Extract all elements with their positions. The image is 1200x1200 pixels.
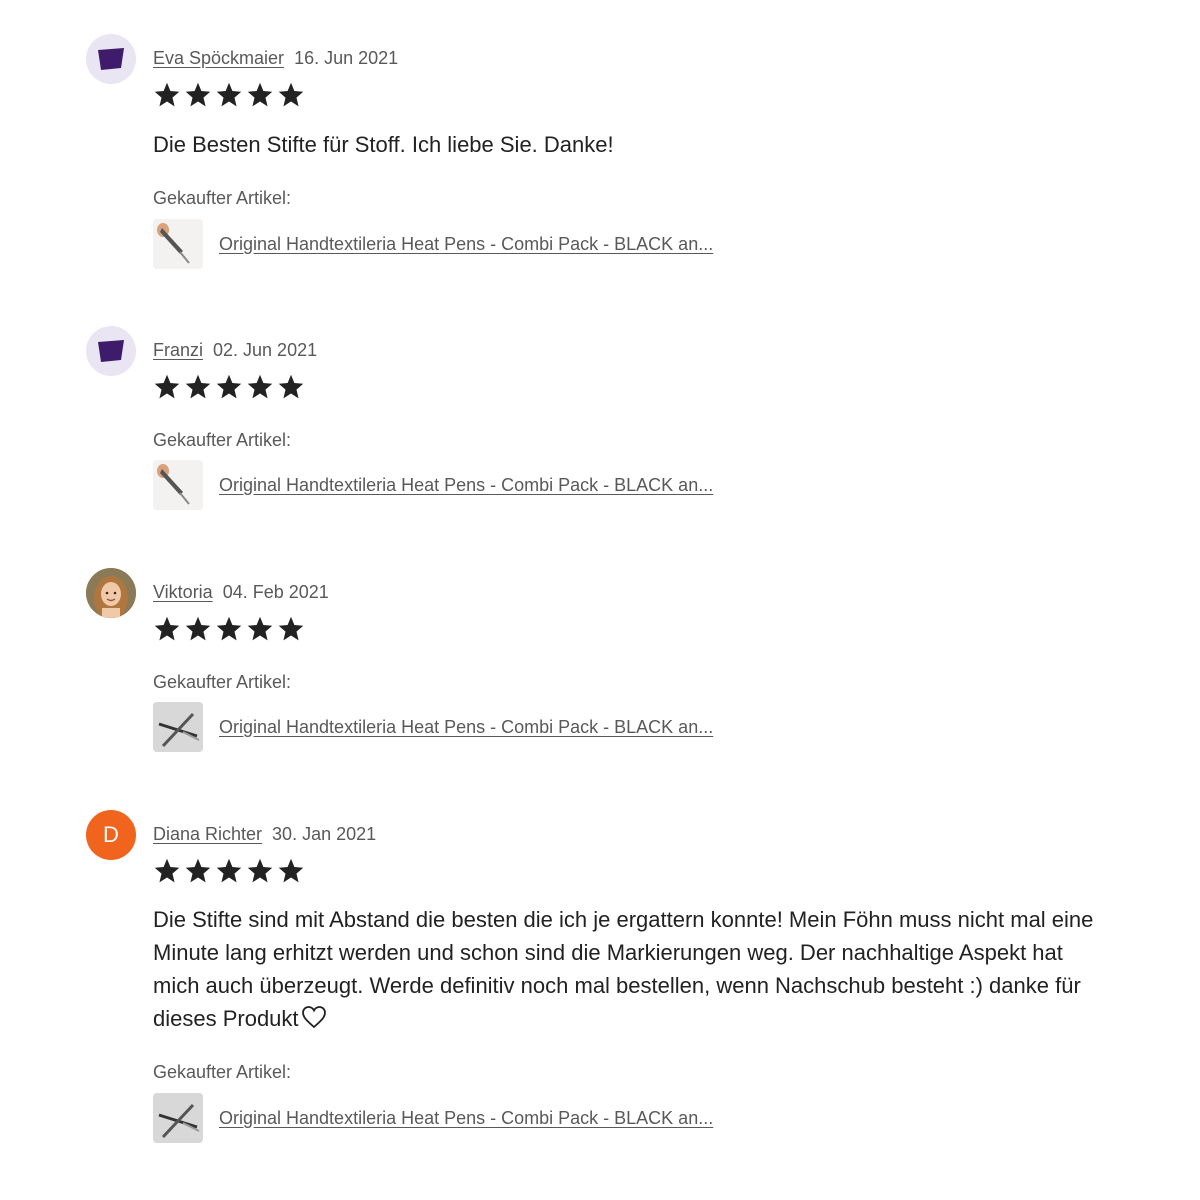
item-link[interactable]: Original Handtextileria Heat Pens - Comb… <box>219 475 713 496</box>
purchased-item[interactable]: Original Handtextileria Heat Pens - Comb… <box>153 219 713 269</box>
avatar[interactable]: D <box>86 810 136 860</box>
crossed-pens-photo-icon <box>153 1093 203 1143</box>
review-meta: Diana Richter 30. Jan 2021 <box>153 824 376 845</box>
star-icon <box>216 82 242 107</box>
reviewer-name[interactable]: Franzi <box>153 340 203 360</box>
star-icon <box>154 616 180 641</box>
star-icon <box>216 374 242 399</box>
star-icon <box>278 82 304 107</box>
item-link[interactable]: Original Handtextileria Heat Pens - Comb… <box>219 1108 713 1129</box>
review-card: D Diana Richter 30. Jan 2021 Die Stifte s… <box>86 810 1116 1150</box>
crossed-pens-photo-icon <box>153 702 203 752</box>
purple-cup-avatar-icon <box>98 340 124 362</box>
star-icon <box>278 616 304 641</box>
star-rating <box>153 857 305 885</box>
star-icon <box>185 374 211 399</box>
star-icon <box>247 616 273 641</box>
star-icon <box>216 858 242 883</box>
star-icon <box>154 82 180 107</box>
review-text-body: Die Stifte sind mit Abstand die besten d… <box>153 907 1094 1031</box>
star-rating <box>153 615 305 643</box>
star-icon <box>278 374 304 399</box>
item-thumbnail[interactable] <box>153 702 203 752</box>
purchased-item-label: Gekaufter Artikel: <box>153 430 292 450</box>
star-icon <box>216 616 242 641</box>
star-icon <box>185 616 211 641</box>
avatar[interactable] <box>86 326 136 376</box>
avatar[interactable] <box>86 568 136 618</box>
star-icon <box>247 858 273 883</box>
review-meta: Viktoria 04. Feb 2021 <box>153 582 329 603</box>
purchased-item-label: Gekaufter Artikel: <box>153 188 292 208</box>
star-icon <box>154 374 180 399</box>
review-date: 16. Jun 2021 <box>294 48 399 68</box>
pen-tip-photo-icon <box>153 219 203 269</box>
review-meta: Franzi 02. Jun 2021 <box>153 340 317 361</box>
purple-cup-avatar-icon <box>98 48 124 70</box>
reviewer-name[interactable]: Eva Spöckmaier <box>153 48 284 68</box>
star-icon <box>247 374 273 399</box>
avatar-initial: D <box>103 822 119 847</box>
star-icon <box>154 858 180 883</box>
review-date: 30. Jan 2021 <box>272 824 377 844</box>
pen-tip-photo-icon <box>153 460 203 510</box>
reviewer-name[interactable]: Diana Richter <box>153 824 262 844</box>
item-thumbnail[interactable] <box>153 1093 203 1143</box>
item-thumbnail[interactable] <box>153 460 203 510</box>
purchased-item-label: Gekaufter Artikel: <box>153 1062 292 1082</box>
purchased-item-label: Gekaufter Artikel: <box>153 672 292 692</box>
purchased-item[interactable]: Original Handtextileria Heat Pens - Comb… <box>153 460 713 510</box>
star-icon <box>185 82 211 107</box>
review-text: Die Stifte sind mit Abstand die besten d… <box>153 903 1098 1035</box>
star-icon <box>278 858 304 883</box>
star-rating <box>153 81 305 109</box>
item-link[interactable]: Original Handtextileria Heat Pens - Comb… <box>219 234 713 255</box>
item-thumbnail[interactable] <box>153 219 203 269</box>
star-icon <box>185 858 211 883</box>
star-rating <box>153 373 305 401</box>
heart-icon <box>301 1006 326 1029</box>
reviewer-name[interactable]: Viktoria <box>153 582 213 602</box>
purchased-item[interactable]: Original Handtextileria Heat Pens - Comb… <box>153 702 713 752</box>
review-card: Viktoria 04. Feb 2021 Gekaufter Artikel: … <box>86 568 1116 758</box>
star-icon <box>247 82 273 107</box>
review-card: Franzi 02. Jun 2021 Gekaufter Artikel: Or… <box>86 326 1116 516</box>
review-meta: Eva Spöckmaier 16. Jun 2021 <box>153 48 398 69</box>
review-date: 02. Jun 2021 <box>213 340 318 360</box>
review-text: Die Besten Stifte für Stoff. Ich liebe S… <box>153 132 614 157</box>
purchased-item[interactable]: Original Handtextileria Heat Pens - Comb… <box>153 1093 713 1143</box>
review-card: Eva Spöckmaier 16. Jun 2021 Die Besten St… <box>86 34 1116 274</box>
avatar[interactable] <box>86 34 136 84</box>
review-date: 04. Feb 2021 <box>222 582 329 602</box>
profile-photo-icon <box>86 568 136 618</box>
item-link[interactable]: Original Handtextileria Heat Pens - Comb… <box>219 717 713 738</box>
